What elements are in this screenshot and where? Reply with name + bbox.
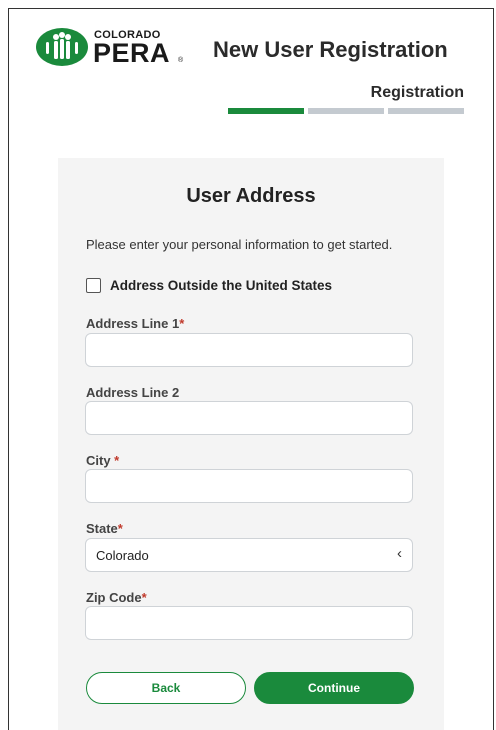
outside-us-option[interactable]: Address Outside the United States [86, 278, 332, 293]
logo-text-pera: PERA [93, 38, 171, 68]
address-line-1-label-text: Address Line 1 [86, 316, 180, 331]
logo-registered-mark: ® [178, 57, 184, 64]
zip-code-input[interactable] [85, 606, 413, 640]
chevron-left-icon: ‹ [397, 545, 402, 562]
progress-step-1 [228, 108, 304, 114]
address-line-1-label: Address Line 1* [86, 316, 184, 331]
required-mark: * [179, 316, 185, 331]
city-label-text: City [86, 453, 115, 468]
form-title: User Address [186, 185, 316, 207]
state-select[interactable]: Colorado ‹ [85, 538, 413, 572]
city-label: City * [86, 453, 119, 468]
progress-step-2 [308, 108, 384, 114]
zip-code-label: Zip Code* [86, 590, 147, 605]
pera-people-logo-icon [36, 28, 88, 66]
zip-code-label-text: Zip Code [86, 590, 142, 605]
continue-button[interactable]: Continue [254, 672, 414, 704]
state-label-text: State [86, 521, 118, 536]
back-button[interactable]: Back [86, 672, 246, 704]
form-intro: Please enter your personal information t… [86, 237, 393, 252]
outside-us-checkbox[interactable] [86, 278, 101, 293]
address-line-1-input[interactable] [85, 333, 413, 367]
page-title: New User Registration [213, 37, 448, 62]
address-line-2-label-text: Address Line 2 [86, 385, 180, 400]
outside-us-label[interactable]: Address Outside the United States [110, 278, 332, 293]
step-label: Registration [370, 84, 464, 101]
required-mark: * [141, 590, 147, 605]
pera-logo[interactable]: COLORADO PERA ® [36, 28, 186, 70]
state-label: State* [86, 521, 123, 536]
progress-step-3 [388, 108, 464, 114]
address-line-2-input[interactable] [85, 401, 413, 435]
city-input[interactable] [85, 469, 413, 503]
required-mark: * [117, 521, 123, 536]
required-mark: * [114, 453, 120, 468]
address-form-card: User Address Please enter your personal … [58, 158, 444, 730]
state-selected-value: Colorado [96, 548, 149, 563]
address-line-2-label: Address Line 2 [86, 385, 179, 400]
registration-progress [228, 108, 464, 114]
